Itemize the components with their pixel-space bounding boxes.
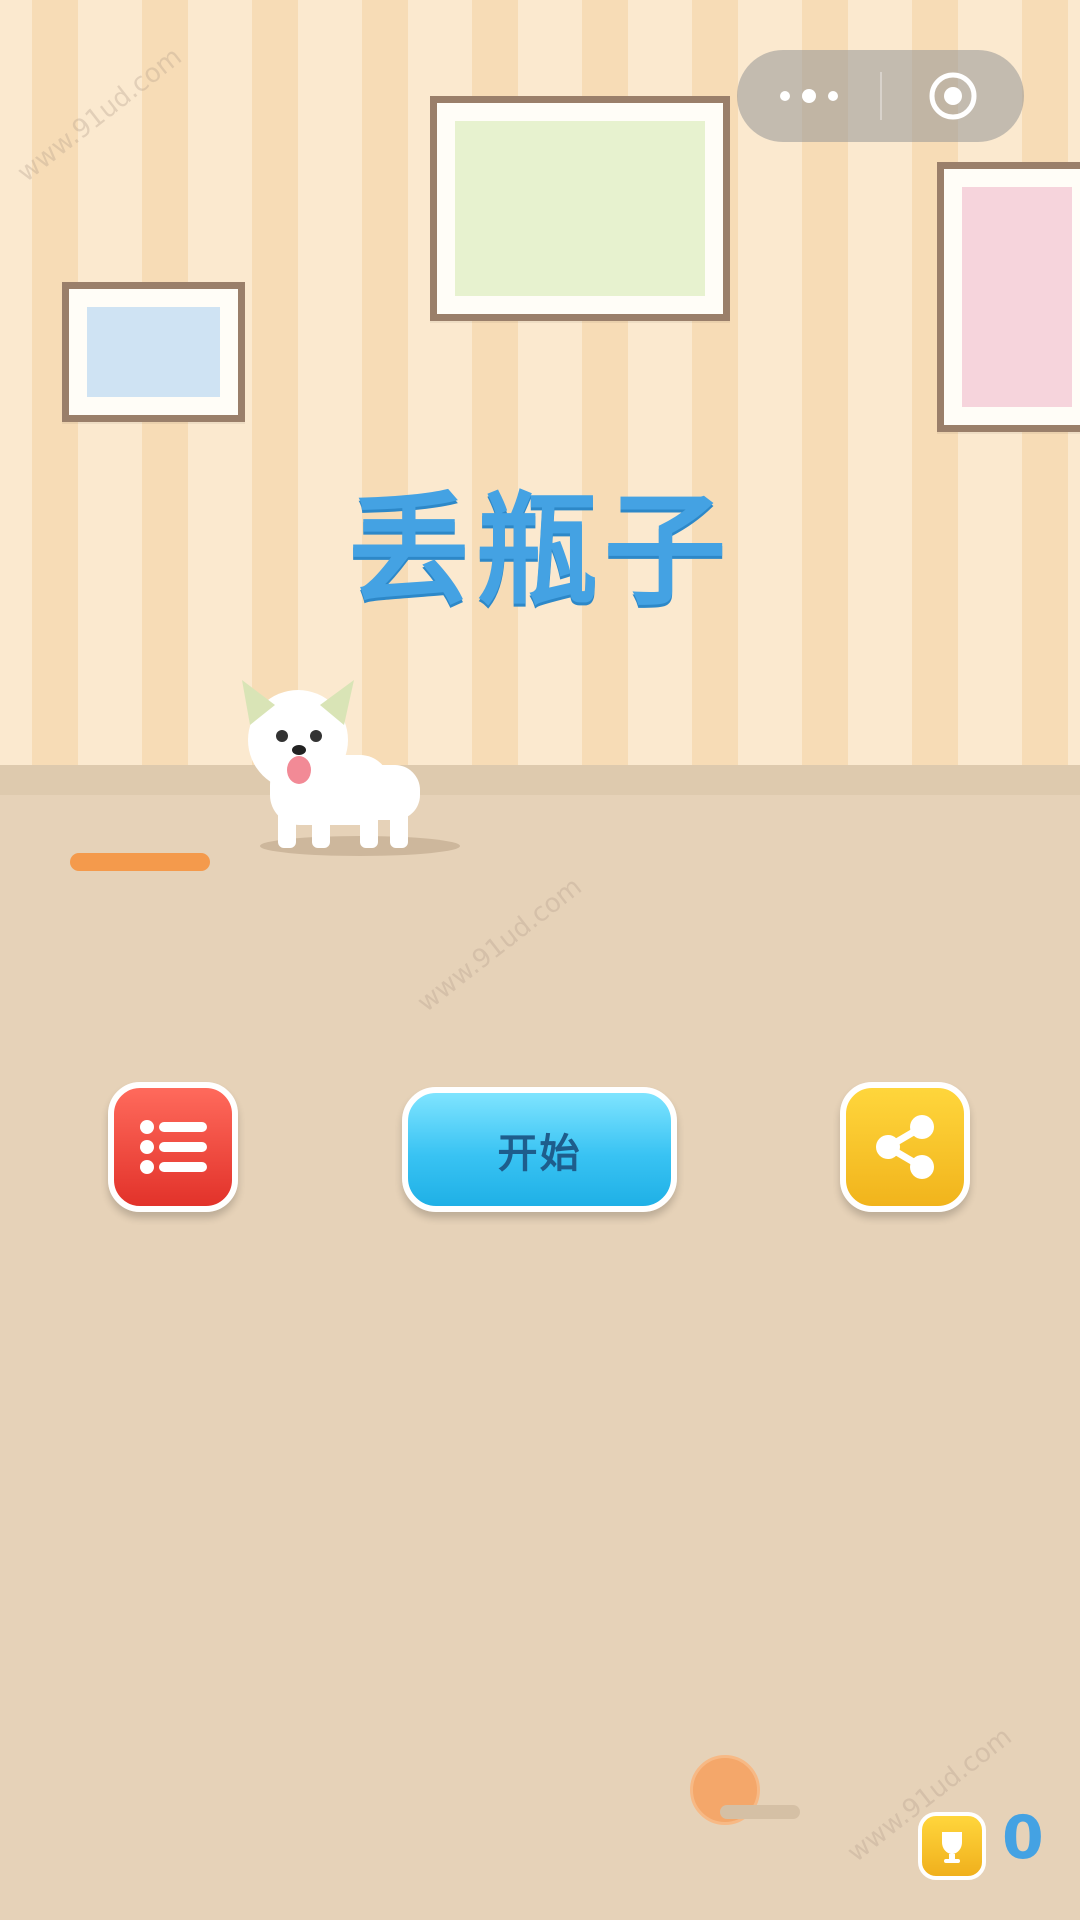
score-value: 0	[1002, 1803, 1044, 1873]
leaderboard-button[interactable]	[108, 1082, 238, 1212]
floor	[0, 765, 1080, 1920]
menu-capsule	[737, 50, 1024, 142]
game-scene: www.91ud.com www.91ud.com www.91ud.com 丢…	[0, 0, 1080, 1920]
floor-edge	[0, 765, 1080, 795]
more-dots-icon[interactable]	[737, 50, 880, 142]
picture-frame-center	[430, 96, 730, 321]
bowl	[70, 853, 210, 871]
trophy-icon	[918, 1812, 986, 1880]
picture-frame-right	[937, 162, 1080, 432]
start-button-label: 开始	[497, 1130, 582, 1177]
start-button[interactable]: 开始	[402, 1087, 677, 1212]
ball-shadow	[720, 1805, 800, 1819]
share-button[interactable]	[840, 1082, 970, 1212]
dog-character	[242, 680, 460, 856]
picture-frame-left	[62, 282, 245, 422]
share-icon	[876, 1115, 934, 1179]
list-icon	[140, 1120, 207, 1174]
target-circle-icon[interactable]	[882, 50, 1024, 142]
game-title: 丢瓶子	[348, 480, 732, 622]
